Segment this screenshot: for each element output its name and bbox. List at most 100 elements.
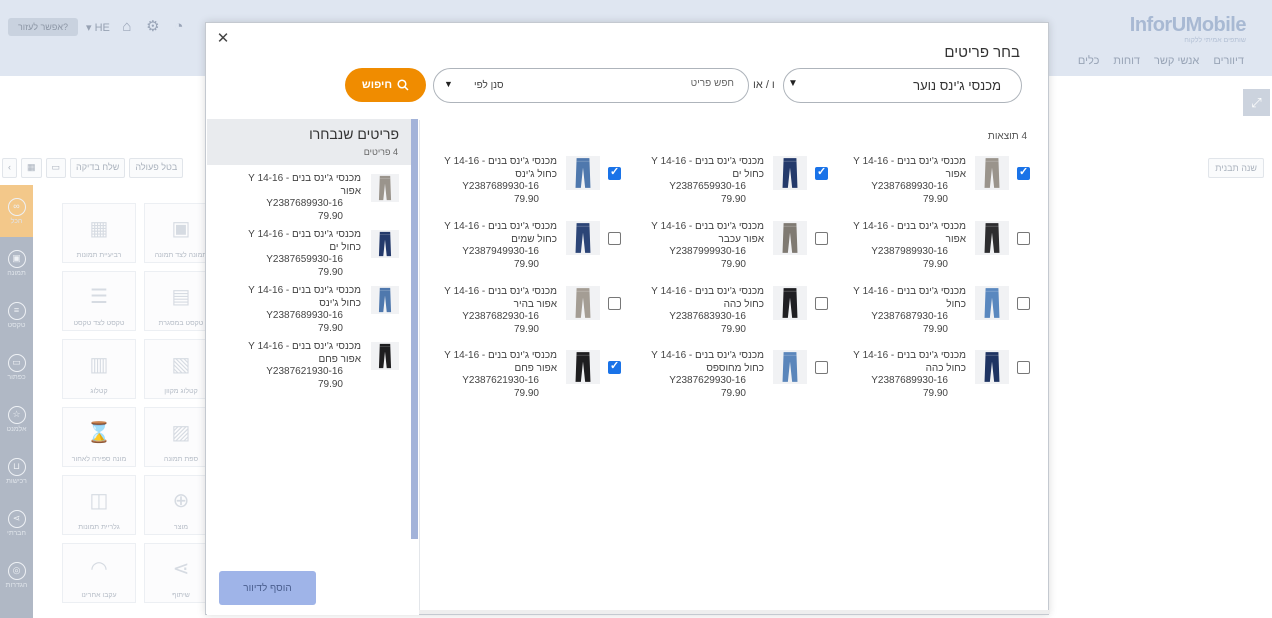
product-item[interactable]: מכנסי ג'ינס בנים - 14-16 Y כחול שמים Y2387… [428, 221, 628, 281]
language-selector[interactable]: ▾ HE [86, 21, 110, 34]
category-select[interactable]: מכנסי ג'ינס נוער ▼ [783, 68, 1022, 103]
nav-item-tools[interactable]: כלים [1078, 55, 1099, 67]
rail-label: תמונה [7, 269, 26, 277]
product-item[interactable]: מכנסי ג'ינס בנים - 14-16 Yכחול יםY238765… [635, 156, 835, 216]
rail-item-image[interactable]: ▣ תמונה [0, 237, 33, 289]
speedometer-icon[interactable]: ◔ [170, 18, 188, 36]
widget-image-quad[interactable]: ▦ רביעיית תמונות [62, 203, 136, 263]
search-field[interactable]: סנן לפי ▼ [433, 68, 749, 103]
product-price: 79.90 [513, 387, 539, 399]
product-thumbnail [975, 221, 1009, 255]
widget-gallery[interactable]: ◫ גלריית תמונות [62, 475, 136, 535]
product-variant: אפור בהיר [513, 298, 557, 310]
product-item[interactable]: מכנסי ג'ינס בנים - 14-16 Y אפור Y238798993… [837, 221, 1037, 281]
widget-follow[interactable]: ◠ עקבו אחרינו [62, 543, 136, 603]
horizontal-scrollbar[interactable] [419, 610, 1050, 614]
product-item[interactable]: מכנסי ג'ינס בנים - 14-16 Y כחול כהה Y23876… [837, 350, 1037, 410]
search-input[interactable] [624, 78, 734, 89]
rail-item-settings[interactable]: ◎ הגדרות [0, 549, 33, 601]
text-columns-icon: ☰ [90, 285, 108, 308]
jeans-image-icon [782, 223, 798, 253]
product-item[interactable]: מכנסי ג'ינס בנים - 14-16 Yכחול ג'ינסY238… [428, 156, 628, 216]
product-name: מכנסי ג'ינס בנים - 14-16 Y [651, 350, 764, 361]
widget-catalog[interactable]: ▥ קטלוג [62, 339, 136, 399]
rss-icon: ◠ [90, 557, 108, 580]
rail-item-purchases[interactable]: ⊔ רכישות [0, 445, 33, 497]
selected-name: מכנסי ג'ינס בנים - 14-16 Y [248, 173, 361, 184]
grid-view-icon[interactable]: ▦ [21, 158, 42, 178]
product-checkbox[interactable] [1017, 165, 1030, 180]
product-checkbox[interactable] [1017, 361, 1030, 374]
countdown-icon: ⌛ [86, 421, 112, 444]
rail-item-text[interactable]: ≡ טקסט [0, 289, 33, 341]
product-checkbox[interactable] [1017, 297, 1030, 310]
product-checkbox[interactable] [815, 361, 828, 374]
category-value: מכנסי ג'ינס נוער [913, 78, 1001, 93]
widget-countdown[interactable]: ⌛ מונה ספירה לאחור [62, 407, 136, 467]
help-button[interactable]: אפשר לעזור? [8, 18, 79, 36]
filter-label[interactable]: סנן לפי [474, 80, 504, 91]
language-label: HE [94, 21, 110, 34]
gear-icon[interactable]: ⚙ [144, 18, 162, 36]
nav-item-campaigns[interactable]: דיוורים [1213, 55, 1244, 67]
product-item[interactable]: מכנסי ג'ינס בנים - 14-16 Yאפור פחםY23876… [428, 350, 628, 410]
product-item[interactable]: מכנסי ג'ינס בנים - 14-16 YאפורY238768993… [837, 156, 1037, 216]
product-item[interactable]: מכנסי ג'ינס בנים - 14-16 Y אפור בהיר Y2387… [428, 286, 628, 346]
selected-name: מכנסי ג'ינס בנים - 14-16 Y [248, 285, 361, 296]
product-item[interactable]: מכנסי ג'ינס בנים - 14-16 Y כחול מחוספס Y23… [635, 350, 835, 410]
product-checkbox[interactable] [608, 359, 621, 374]
prev-icon[interactable]: ‹ [2, 158, 17, 178]
rail-item-all[interactable]: ∞ הכל [0, 185, 33, 237]
product-thumbnail [773, 156, 807, 190]
product-price: 79.90 [720, 258, 746, 270]
chevron-down-icon[interactable]: ▼ [444, 79, 453, 89]
product-checkbox[interactable] [1017, 232, 1030, 245]
selected-item[interactable]: מכנסי ג'ינס בנים - 14-16 Y אפור פחם Y23876… [207, 337, 411, 393]
product-checkbox[interactable] [815, 165, 828, 180]
rail-item-button[interactable]: ▭ כפתור [0, 341, 33, 393]
widget-text-pair[interactable]: ☰ טקסט לצד טקסט [62, 271, 136, 331]
product-info: מכנסי ג'ינס בנים - 14-16 Y אפור עכבר Y2387… [633, 221, 764, 271]
device-preview-icon[interactable]: ▭ [45, 158, 67, 178]
product-checkbox[interactable] [608, 165, 621, 180]
widget-label: קטלוג [90, 388, 108, 395]
add-to-campaign-button[interactable]: הוסף לדיוור [219, 571, 316, 605]
selected-item[interactable]: מכנסי ג'ינס בנים - 14-16 Y כחול ים Y238765… [207, 225, 411, 281]
product-sku: Y2387689930-16 [462, 181, 539, 193]
product-price: 79.90 [922, 193, 948, 205]
change-template-button[interactable]: שנה תבנית [1208, 158, 1264, 178]
home-icon[interactable]: ⌂ [118, 18, 136, 36]
product-item[interactable]: מכנסי ג'ינס בנים - 14-16 Y כחול Y238768793… [837, 286, 1037, 346]
modal-title: בחר פריטים [944, 44, 1020, 61]
fullscreen-icon[interactable]: ⤢ [1243, 89, 1270, 116]
close-icon[interactable]: ✕ [215, 31, 231, 47]
selected-item[interactable]: מכנסי ג'ינס בנים - 14-16 Y אפור Y238768993… [207, 169, 411, 225]
selected-sku: Y2387689930-16 [266, 198, 343, 209]
selected-variant: כחול ג'ינס [319, 297, 361, 309]
nav-item-reports[interactable]: דוחות [1113, 55, 1140, 67]
selected-item[interactable]: מכנסי ג'ינס בנים - 14-16 Y כחול ג'ינס Y238… [207, 281, 411, 337]
jeans-image-icon [575, 352, 591, 382]
widget-label: מוצר [173, 524, 189, 531]
results-count: 4 תוצאות [987, 131, 1027, 142]
rail-item-element[interactable]: ☆ אלמנט [0, 393, 33, 445]
send-test-button[interactable]: שלח בדיקה [70, 158, 126, 178]
product-info: מכנסי ג'ינס בנים - 14-16 Y אפור Y238798993… [835, 221, 966, 271]
product-name: מכנסי ג'ינס בנים - 14-16 Y [651, 286, 764, 297]
jeans-image-icon [984, 352, 1000, 382]
product-item[interactable]: מכנסי ג'ינס בנים - 14-16 Y אפור עכבר Y2387… [635, 221, 835, 281]
selected-scrollbar[interactable] [411, 119, 418, 539]
undo-button[interactable]: בטל פעולה [129, 158, 184, 178]
product-checkbox[interactable] [815, 232, 828, 245]
product-checkbox[interactable] [608, 232, 621, 245]
jeans-image-icon [984, 223, 1000, 253]
product-checkbox[interactable] [608, 297, 621, 310]
nav-item-contacts[interactable]: אנשי קשר [1154, 55, 1199, 67]
widget-label: קטלוג מקוון [164, 388, 198, 395]
image-cover-icon: ▨ [171, 421, 191, 444]
rail-item-social[interactable]: ⋖ חברתי [0, 497, 33, 549]
product-item[interactable]: מכנסי ג'ינס בנים - 14-16 Y כחול כהה Y23876… [635, 286, 835, 346]
search-button[interactable]: חיפוש [345, 68, 426, 102]
product-info: מכנסי ג'ינס בנים - 14-16 Y כחול ים Y238765… [633, 156, 764, 206]
product-checkbox[interactable] [815, 297, 828, 310]
